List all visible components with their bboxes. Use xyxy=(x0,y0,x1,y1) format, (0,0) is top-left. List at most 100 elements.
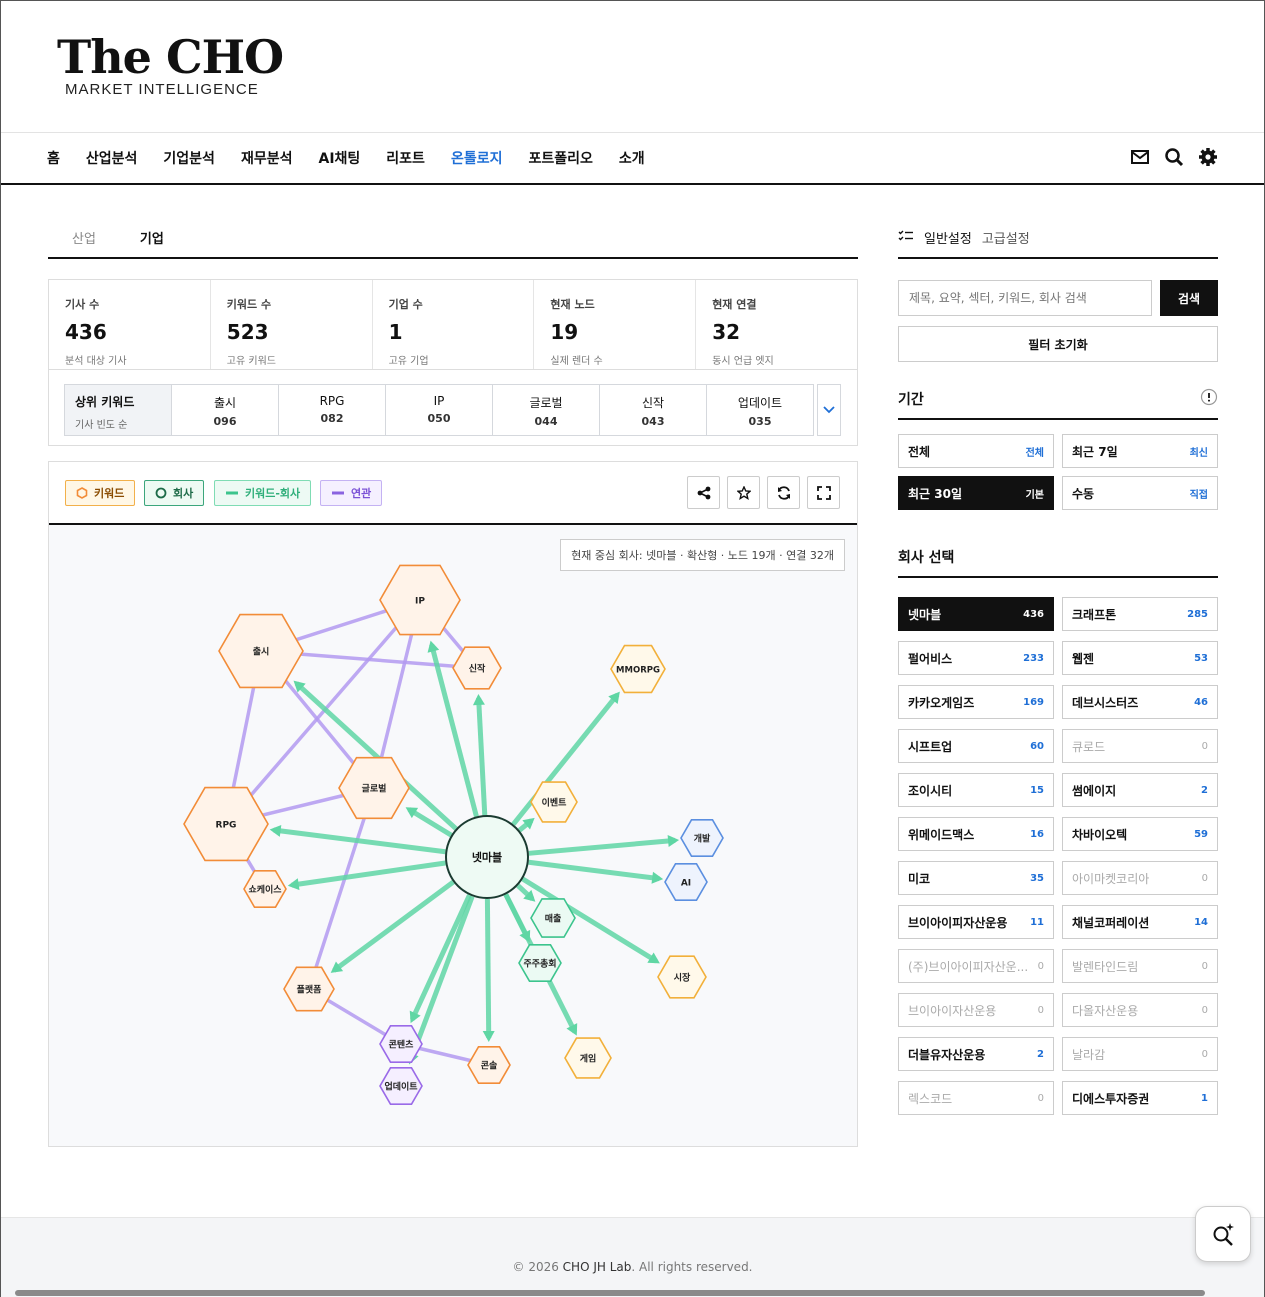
company-option[interactable]: 웹젠 53 xyxy=(1062,641,1218,675)
keyword-node[interactable]: 쇼케이스 xyxy=(243,869,287,909)
keyword-node[interactable]: 신작 xyxy=(452,646,502,690)
keyword-node[interactable]: 시장 xyxy=(657,955,707,999)
keyword-node[interactable]: 이벤트 xyxy=(530,781,578,823)
company-option[interactable]: 브이아이자산운용 0 xyxy=(898,993,1054,1027)
company-option[interactable]: 브이아이피자산운용 11 xyxy=(898,905,1054,939)
company-option[interactable]: 펄어비스 233 xyxy=(898,641,1054,675)
nav-item-0[interactable]: 홈 xyxy=(47,148,60,168)
nav-tools xyxy=(1130,147,1218,167)
top-keywords-header: 상위 키워드 기사 빈도 순 xyxy=(64,384,172,436)
keyword-node[interactable]: IP xyxy=(379,564,461,636)
top-keyword-item[interactable]: 글로벌 044 xyxy=(493,384,600,436)
company-option[interactable]: 큐로드 0 xyxy=(1062,729,1218,763)
search-button[interactable]: 검색 xyxy=(1160,280,1218,316)
period-option[interactable]: 최근 30일 기본 xyxy=(898,476,1054,510)
ontology-graph[interactable]: IP 출시신작 MMORPG 글로벌이벤트 RPG 개발 AI 쇼케이스매출주주총회시장플랫폼… xyxy=(49,525,857,1146)
company-option[interactable]: 미코 35 xyxy=(898,861,1054,895)
keyword-name: 업데이트 xyxy=(737,396,783,410)
company-option[interactable]: 카카오게임즈 169 xyxy=(898,685,1054,719)
company-option[interactable]: 차바이오텍 59 xyxy=(1062,817,1218,851)
tab-industry[interactable]: 산업 xyxy=(72,228,96,247)
expand-keywords-button[interactable] xyxy=(817,384,841,436)
stat-value: 32 xyxy=(712,320,741,344)
period-option[interactable]: 전체 전체 xyxy=(898,434,1054,468)
layout-button[interactable] xyxy=(687,476,720,509)
keyword-node[interactable]: AI xyxy=(664,862,708,902)
company-option[interactable]: 다올자산운용 0 xyxy=(1062,993,1218,1027)
company-option[interactable]: 데브시스터즈 46 xyxy=(1062,685,1218,719)
keyword-name: RPG xyxy=(319,394,345,408)
company-option[interactable]: 위메이드맥스 16 xyxy=(898,817,1054,851)
company-option[interactable]: 조이시티 15 xyxy=(898,773,1054,807)
company-option[interactable]: (주)브이아이피자산운... 0 xyxy=(898,949,1054,983)
nav-item-5[interactable]: 리포트 xyxy=(386,148,425,168)
top-keyword-item[interactable]: IP 050 xyxy=(386,384,493,436)
company-count: 285 xyxy=(1187,608,1208,620)
company-option[interactable]: 채널코퍼레이션 14 xyxy=(1062,905,1218,939)
company-count: 59 xyxy=(1194,828,1208,840)
tab-company[interactable]: 기업 xyxy=(140,228,164,247)
keyword-node[interactable]: RPG xyxy=(183,786,269,862)
stats-panel: 기사 수 436 분석 대상 기사 키워드 수 523 고유 키워드 기업 수 1 … xyxy=(48,279,858,446)
company-option[interactable]: 발렌타인드림 0 xyxy=(1062,949,1218,983)
company-option[interactable]: 디에스투자증권 1 xyxy=(1062,1081,1218,1115)
logo-subtitle: MARKET INTELLIGENCE xyxy=(65,81,259,98)
top-keyword-item[interactable]: RPG 082 xyxy=(279,384,386,436)
search-input[interactable] xyxy=(898,280,1152,316)
keyword-node[interactable]: 개발 xyxy=(680,818,724,858)
legend-keyword[interactable]: 키워드 xyxy=(65,480,136,506)
horizontal-scrollbar[interactable] xyxy=(15,1290,1205,1296)
keyword-node[interactable]: 콘솔 xyxy=(467,1045,511,1085)
nav-item-7[interactable]: 포트폴리오 xyxy=(528,148,592,168)
keyword-node[interactable]: 업데이트 xyxy=(379,1066,423,1106)
legend-kw-company[interactable]: 키워드-회사 xyxy=(214,480,312,506)
keyword-node[interactable]: 게임 xyxy=(564,1037,612,1079)
company-option[interactable]: 날라감 0 xyxy=(1062,1037,1218,1071)
keyword-node[interactable]: 출시 xyxy=(218,613,304,689)
ai-search-button[interactable] xyxy=(1195,1206,1251,1262)
keyword-node[interactable]: 플랫폼 xyxy=(283,966,335,1012)
company-option[interactable]: 시프트업 60 xyxy=(898,729,1054,763)
keyword-node[interactable]: MMORPG xyxy=(610,644,666,694)
nav-item-1[interactable]: 산업분석 xyxy=(86,148,138,168)
gear-icon[interactable] xyxy=(1198,147,1218,167)
period-option[interactable]: 수동 직접 xyxy=(1062,476,1218,510)
refresh-button[interactable] xyxy=(767,476,800,509)
nav-item-6[interactable]: 온톨로지 xyxy=(451,148,503,168)
company-node[interactable]: 넷마블 xyxy=(445,815,529,899)
company-option[interactable]: 렉스코드 0 xyxy=(898,1081,1054,1115)
graph-canvas[interactable]: 현재 중심 회사: 넷마블 · 확산형 · 노드 19개 · 연결 32개 IP… xyxy=(49,525,857,1146)
legend-related[interactable]: 연관 xyxy=(320,480,383,506)
keyword-count: 082 xyxy=(320,412,344,425)
stat-label: 현재 노드 xyxy=(550,298,595,311)
top-keyword-item[interactable]: 업데이트 035 xyxy=(707,384,814,436)
company-option[interactable]: 아이마켓코리아 0 xyxy=(1062,861,1218,895)
company-count: 169 xyxy=(1023,696,1044,708)
fullscreen-button[interactable] xyxy=(807,476,840,509)
info-icon[interactable] xyxy=(1200,388,1218,410)
period-option[interactable]: 최근 7일 최신 xyxy=(1062,434,1218,468)
company-option[interactable]: 썸에이지 2 xyxy=(1062,773,1218,807)
mail-icon[interactable] xyxy=(1130,147,1150,167)
legend-company[interactable]: 회사 xyxy=(144,480,205,506)
company-option[interactable]: 넷마블 436 xyxy=(898,597,1054,631)
nav-item-8[interactable]: 소개 xyxy=(619,148,645,168)
keyword-node[interactable]: 주주총회 xyxy=(518,943,562,983)
nav-item-3[interactable]: 재무분석 xyxy=(241,148,293,168)
keyword-node[interactable]: 글로벌 xyxy=(338,756,410,820)
site-logo[interactable]: The CHO MARKET INTELLIGENCE xyxy=(57,31,284,98)
top-keyword-item[interactable]: 신작 043 xyxy=(600,384,707,436)
company-option[interactable]: 더블유자산운용 2 xyxy=(898,1037,1054,1071)
favorite-button[interactable] xyxy=(727,476,760,509)
reset-filter-button[interactable]: 필터 초기화 xyxy=(898,326,1218,362)
legend-related-label: 연관 xyxy=(351,487,372,500)
company-count: 14 xyxy=(1194,916,1208,928)
tab-general-settings[interactable]: 일반설정 xyxy=(924,228,972,247)
search-icon[interactable] xyxy=(1164,147,1184,167)
top-keyword-item[interactable]: 출시 096 xyxy=(172,384,279,436)
company-option[interactable]: 크래프톤 285 xyxy=(1062,597,1218,631)
tab-advanced-settings[interactable]: 고급설정 xyxy=(982,228,1030,247)
company-count: 35 xyxy=(1030,872,1044,884)
nav-item-4[interactable]: AI채팅 xyxy=(318,148,360,168)
nav-item-2[interactable]: 기업분석 xyxy=(163,148,215,168)
